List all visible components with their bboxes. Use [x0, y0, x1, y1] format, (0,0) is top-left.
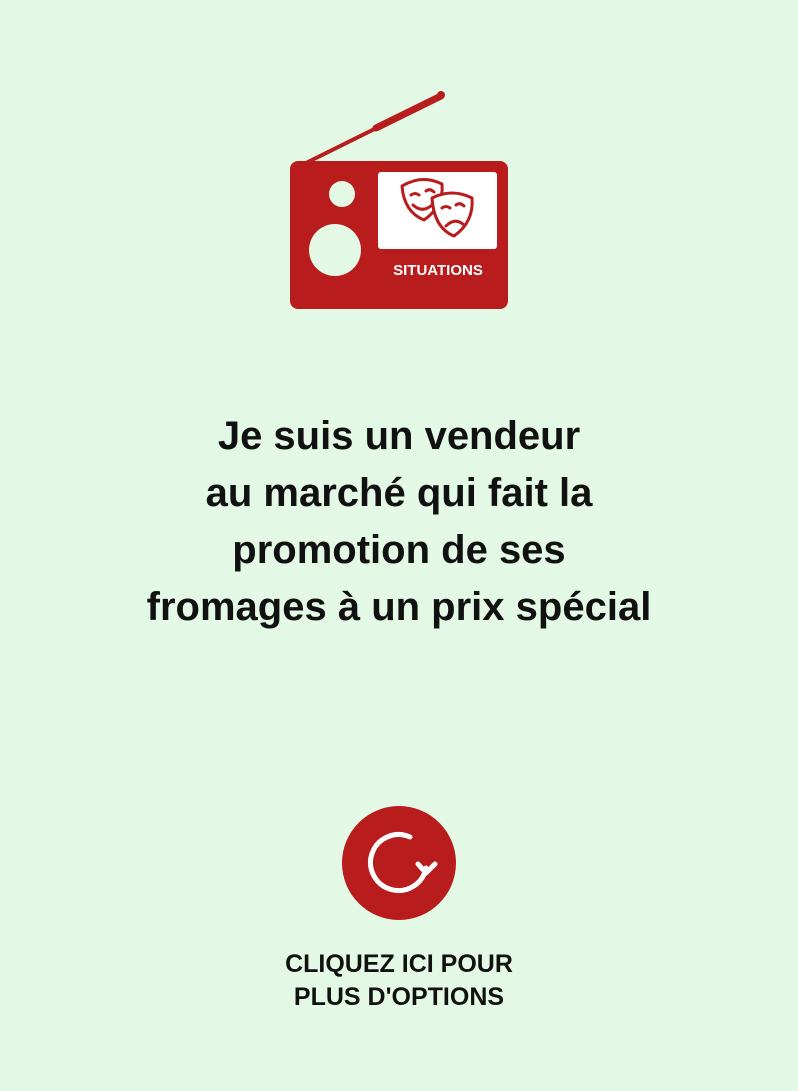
more-options-line: CLIQUEZ ICI POUR — [285, 950, 513, 978]
radio-theatre-masks-icon: SITUATIONS — [290, 91, 508, 309]
situation-prompt: Je suis un vendeur au marché qui fait la… — [0, 408, 798, 636]
situation-line: Je suis un vendeur — [217, 414, 581, 458]
situations-radio-logo: SITUATIONS — [286, 88, 512, 313]
logo-label: SITUATIONS — [393, 262, 483, 279]
situation-line: fromages à un prix spécial — [146, 585, 652, 629]
situation-line: au marché qui fait la — [205, 471, 593, 515]
more-options-line: PLUS D'OPTIONS — [293, 983, 505, 1011]
refresh-button[interactable] — [342, 806, 456, 920]
more-options-link[interactable]: CLIQUEZ ICI POUR PLUS D'OPTIONS — [0, 948, 798, 1014]
refresh-icon — [368, 832, 438, 894]
situation-line: promotion de ses — [232, 528, 566, 572]
